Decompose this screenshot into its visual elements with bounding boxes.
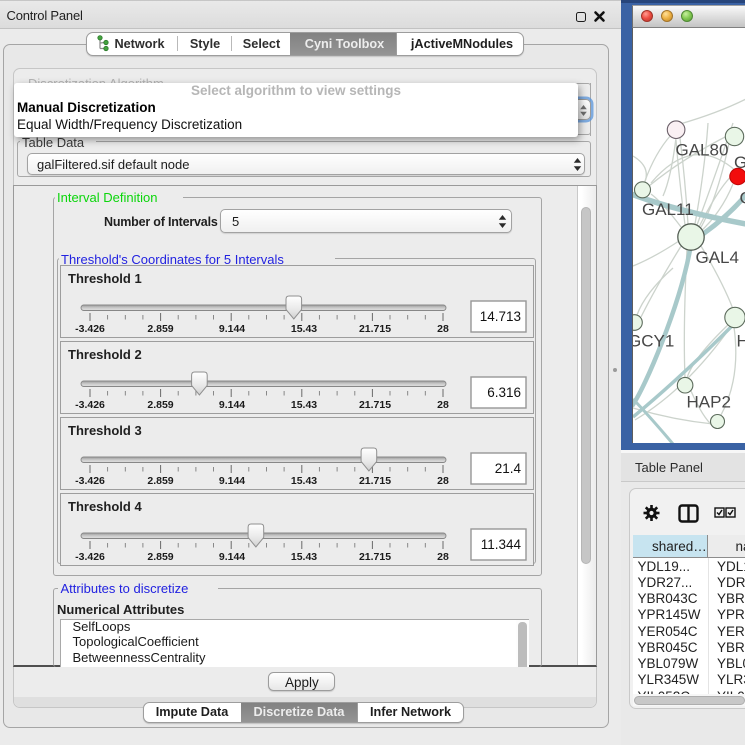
svg-text:Threshold 3: Threshold 3 — [68, 423, 142, 438]
svg-text:14.713: 14.713 — [480, 309, 521, 324]
svg-text:28: 28 — [437, 323, 449, 335]
svg-text:Threshold 1: Threshold 1 — [68, 271, 142, 286]
svg-text:-3.426: -3.426 — [75, 399, 105, 411]
svg-text:HAP2: HAP2 — [686, 392, 730, 411]
svg-text:15.43: 15.43 — [291, 399, 317, 411]
svg-text:28: 28 — [437, 399, 449, 411]
svg-text:GCY1: GCY1 — [633, 331, 674, 350]
svg-text:2.859: 2.859 — [147, 475, 173, 487]
svg-text:2.859: 2.859 — [147, 399, 173, 411]
svg-text:15.43: 15.43 — [291, 551, 317, 563]
svg-text:Threshold 4: Threshold 4 — [68, 499, 142, 514]
svg-text:15.43: 15.43 — [291, 323, 317, 335]
svg-text:-3.426: -3.426 — [75, 551, 105, 563]
svg-text:9.144: 9.144 — [219, 323, 245, 335]
svg-text:21.715: 21.715 — [359, 551, 391, 563]
svg-text:2.859: 2.859 — [147, 551, 173, 563]
svg-text:9.144: 9.144 — [219, 399, 245, 411]
svg-text:9.144: 9.144 — [219, 551, 245, 563]
svg-text:9.144: 9.144 — [219, 475, 245, 487]
svg-text:15.43: 15.43 — [291, 475, 317, 487]
svg-text:GAL11: GAL11 — [642, 200, 694, 219]
svg-text:Threshold 2: Threshold 2 — [68, 347, 142, 362]
svg-text:21.4: 21.4 — [495, 461, 522, 476]
svg-text:21.715: 21.715 — [359, 399, 391, 411]
svg-text:CD: CD — [739, 188, 745, 207]
svg-text:2.859: 2.859 — [147, 323, 173, 335]
svg-text:21.715: 21.715 — [359, 323, 391, 335]
svg-text:HI: HI — [736, 331, 745, 350]
svg-text:21.715: 21.715 — [359, 475, 391, 487]
svg-text:28: 28 — [437, 475, 449, 487]
svg-text:28: 28 — [437, 551, 449, 563]
svg-text:GA: GA — [734, 153, 745, 172]
svg-text:GAL80: GAL80 — [675, 140, 728, 159]
svg-text:-3.426: -3.426 — [75, 475, 105, 487]
svg-text:GAL4: GAL4 — [695, 248, 738, 267]
svg-text:11.344: 11.344 — [481, 537, 522, 552]
svg-text:6.316: 6.316 — [487, 385, 521, 400]
svg-text:-3.426: -3.426 — [75, 323, 105, 335]
